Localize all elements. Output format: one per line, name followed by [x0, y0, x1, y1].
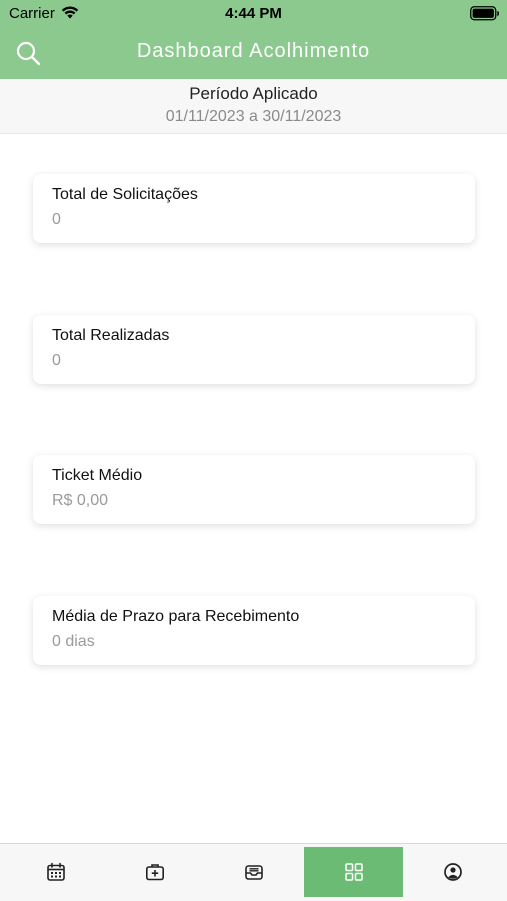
tab-medical[interactable] [105, 847, 204, 897]
period-label: Período Aplicado [189, 84, 318, 103]
card-media-prazo: Média de Prazo para Recebimento 0 dias [33, 596, 475, 665]
status-time: 4:44 PM [225, 5, 282, 22]
period-band: Período Aplicado 01/11/2023 a 30/11/2023 [0, 79, 507, 134]
tab-profile[interactable] [403, 847, 502, 897]
card-ticket-medio: Ticket Médio R$ 0,00 [33, 455, 475, 524]
tab-dashboard[interactable] [304, 847, 403, 897]
card-value: 0 [52, 352, 61, 369]
card-value: R$ 0,00 [52, 492, 109, 509]
period-range: 01/11/2023 a 30/11/2023 [165, 108, 342, 125]
battery-icon [470, 6, 499, 21]
card-total-solicitacoes: Total de Solicitações 0 [33, 174, 475, 243]
card-title: Total de Solicitações [52, 186, 198, 203]
tab-inbox[interactable] [204, 847, 303, 897]
card-title: Ticket Médio [52, 467, 143, 484]
calendar-icon [47, 862, 65, 881]
card-value: 0 dias [52, 633, 95, 650]
user-profile-icon [444, 863, 462, 881]
top-area: Carrier 4:44 PM Dashboard Acolhimento [0, 0, 507, 79]
tab-calendar[interactable] [6, 847, 105, 897]
tab-bar [0, 843, 507, 901]
dashboard-grid-icon [345, 863, 363, 881]
status-bar: Carrier 4:44 PM [0, 0, 507, 28]
card-value: 0 [52, 211, 61, 228]
page-title: Dashboard Acolhimento [136, 40, 371, 62]
inbox-icon [245, 865, 263, 880]
card-total-realizadas: Total Realizadas 0 [33, 315, 475, 384]
header-bar: Dashboard Acolhimento [0, 28, 507, 79]
medical-kit-icon [145, 864, 164, 881]
card-title: Total Realizadas [52, 327, 170, 344]
card-title: Média de Prazo para Recebimento [52, 608, 300, 625]
